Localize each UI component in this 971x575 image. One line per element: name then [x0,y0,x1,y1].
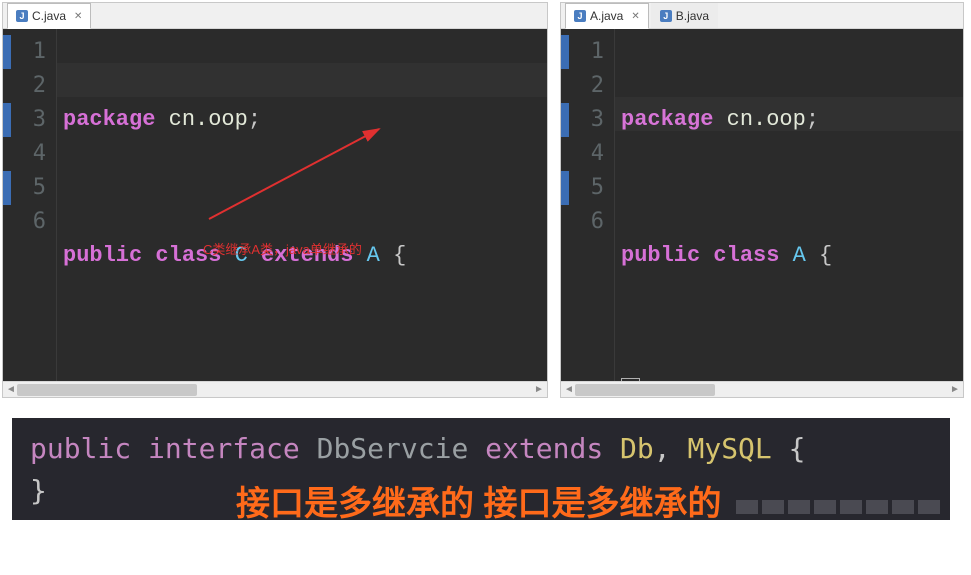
right-editor-pane: J A.java ✕ J B.java 1 2 3 4 5 6 [560,2,964,398]
line-number: 4 [575,137,604,171]
breakpoint-marker[interactable] [3,103,11,137]
line-number-gutter: 1 2 3 4 5 6 [575,29,615,381]
line-number: 5 [17,171,46,205]
current-line-highlight [57,63,547,97]
breakpoint-marker[interactable] [561,103,569,137]
current-line-highlight [615,97,963,131]
censor-blocks [736,500,940,514]
interface-code-line: public interface DbServcie extends Db, M… [30,428,932,470]
close-icon[interactable]: ✕ [74,11,82,22]
code-line [63,171,547,205]
breakpoint-gutter[interactable] [561,29,575,381]
tab-label: A.java [590,9,623,23]
code-line: public class A { [621,239,963,273]
code-area-right[interactable]: package cn.oop; public class A { } [615,29,963,381]
tab-bar-right: J A.java ✕ J B.java [561,3,963,29]
left-editor-pane: J C.java ✕ 1 2 3 4 5 6 package cn.oop; p… [2,2,548,398]
tab-a-java[interactable]: J A.java ✕ [565,3,649,29]
line-number: 6 [575,205,604,239]
editor-split-row: J C.java ✕ 1 2 3 4 5 6 package cn.oop; p… [0,0,971,400]
code-line [63,307,547,341]
scroll-thumb[interactable] [17,384,197,396]
annotation-note: 接口是多继承的 接口是多继承的 [236,476,721,525]
line-number: 1 [17,35,46,69]
line-number: 3 [575,103,604,137]
java-file-icon: J [574,10,586,22]
tab-bar-left: J C.java ✕ [3,3,547,29]
scroll-left-icon[interactable]: ◄ [563,384,575,396]
annotation-text: C类继承A类，java单继承的 [203,239,362,258]
close-icon[interactable]: ✕ [631,11,639,22]
line-number: 3 [17,103,46,137]
line-number: 5 [575,171,604,205]
tab-label: C.java [32,9,66,23]
breakpoint-marker[interactable] [3,171,11,205]
tab-b-java[interactable]: J B.java [651,3,718,28]
scroll-thumb[interactable] [575,384,715,396]
horizontal-scrollbar[interactable]: ◄ ► [3,381,547,397]
code-line [621,171,963,205]
java-file-icon: J [16,10,28,22]
scroll-right-icon[interactable]: ► [533,384,545,396]
java-file-icon: J [660,10,672,22]
line-number: 2 [575,69,604,103]
code-line [621,307,963,341]
line-number: 6 [17,205,46,239]
code-line: package cn.oop; [63,103,547,137]
line-number-gutter: 1 2 3 4 5 6 [17,29,57,381]
editor-body-right[interactable]: 1 2 3 4 5 6 package cn.oop; public class… [561,29,963,381]
line-number: 2 [17,69,46,103]
horizontal-scrollbar[interactable]: ◄ ► [561,381,963,397]
tab-c-java[interactable]: J C.java ✕ [7,3,91,29]
breakpoint-gutter[interactable] [3,29,17,381]
breakpoint-marker[interactable] [561,171,569,205]
editor-body-left[interactable]: 1 2 3 4 5 6 package cn.oop; public class… [3,29,547,381]
line-number: 4 [17,137,46,171]
breakpoint-marker[interactable] [3,35,11,69]
scroll-right-icon[interactable]: ► [949,384,961,396]
tab-label: B.java [676,9,709,23]
code-area-left[interactable]: package cn.oop; public class C extends A… [57,29,547,381]
line-number: 1 [575,35,604,69]
scroll-left-icon[interactable]: ◄ [5,384,17,396]
breakpoint-marker[interactable] [561,35,569,69]
bottom-code-block: public interface DbServcie extends Db, M… [12,418,950,520]
